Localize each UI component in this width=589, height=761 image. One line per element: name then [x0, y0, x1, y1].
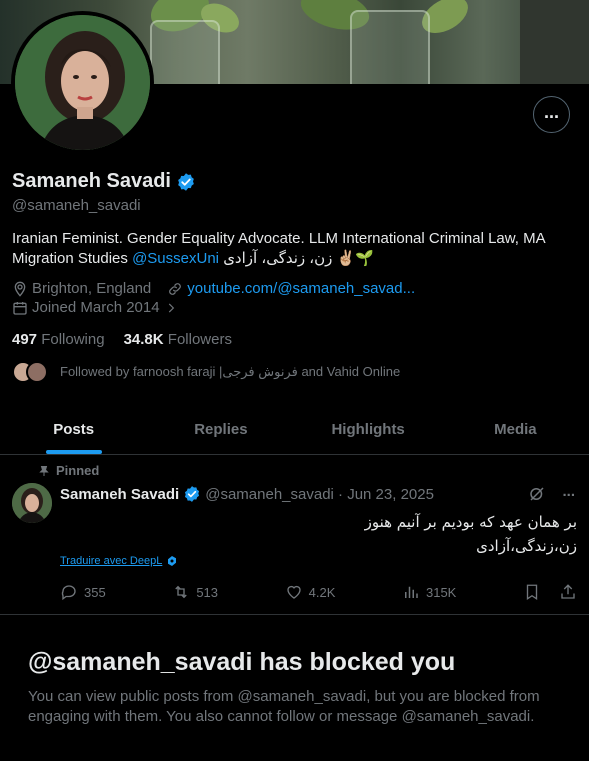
verified-badge-icon [185, 486, 200, 502]
avatar-photo [15, 15, 150, 150]
post-header: Samaneh Savadi @samaneh_savadi · Jun 23,… [60, 485, 434, 503]
pinned-label: Pinned [38, 463, 99, 478]
post-actions: 355 513 4.2K 315K [60, 583, 577, 601]
chevron-right-icon[interactable] [164, 301, 178, 315]
location-item: Brighton, England [12, 280, 151, 297]
followed-by-avatars [12, 361, 50, 383]
verified-badge-icon[interactable] [176, 172, 196, 192]
profile-avatar[interactable] [11, 11, 154, 154]
grok-icon[interactable] [528, 485, 546, 503]
post-extra-actions [523, 583, 577, 601]
bookmark-icon[interactable] [523, 583, 541, 601]
post-line-2: زن،زندگی،آزادی [476, 537, 577, 555]
joined-text: Joined March 2014 [32, 299, 160, 316]
repost-button[interactable]: 513 [172, 583, 218, 601]
post-top-icons: ... [528, 483, 575, 503]
profile-name-row: Samaneh Savadi [12, 170, 196, 193]
profile-meta-row-2: Joined March 2014 [12, 299, 178, 316]
tab-media[interactable]: Media [442, 405, 589, 454]
deepl-icon [168, 556, 177, 566]
views-button[interactable]: 315K [402, 583, 456, 601]
tab-posts[interactable]: Posts [0, 405, 147, 454]
link-icon [169, 282, 182, 295]
post-line-1: بر همان عهد که بودیم بر آنیم هنوز [364, 513, 577, 531]
website-link[interactable]: youtube.com/@samaneh_savad... [187, 280, 415, 297]
repost-icon [175, 585, 188, 599]
more-dots-icon: ... [543, 101, 559, 122]
pin-icon [39, 465, 49, 476]
tab-replies[interactable]: Replies [147, 405, 294, 454]
share-icon[interactable] [559, 583, 577, 601]
followed-by-text: Followed by farnoosh faraji |فرنوش فرجی … [60, 364, 401, 379]
followers-link[interactable]: 34.8K Followers [124, 331, 232, 348]
followed-by[interactable]: Followed by farnoosh faraji |فرنوش فرجی … [12, 361, 400, 383]
blocked-title: @samaneh_savadi has blocked you [28, 648, 456, 676]
calendar-icon [13, 301, 27, 315]
reply-button[interactable]: 355 [60, 583, 106, 601]
joined-item: Joined March 2014 [12, 299, 178, 316]
blocked-body: You can view public posts from @samaneh_… [28, 688, 540, 725]
like-button[interactable]: 4.2K [285, 583, 335, 601]
more-options-button[interactable]: ... [533, 96, 570, 133]
avatar-photo [12, 483, 52, 523]
profile-bio: Iranian Feminist. Gender Equality Advoca… [12, 229, 577, 269]
pinned-post[interactable]: Pinned Samaneh Savadi @samaneh_savadi · … [0, 455, 589, 615]
bio-tail: زن، زندگی، آزادی ✌🏼🌱 [223, 250, 374, 267]
website-item[interactable]: youtube.com/@samaneh_savad... [167, 280, 415, 297]
post-avatar[interactable] [12, 483, 52, 523]
translate-link[interactable]: Traduire avec DeepL [60, 555, 178, 567]
post-author[interactable]: Samaneh Savadi [60, 486, 179, 503]
follow-counts: 497 Following 34.8K Followers [12, 331, 232, 348]
profile-handle: @samaneh_savadi [12, 197, 141, 214]
post-handle-date[interactable]: @samaneh_savadi · Jun 23, 2025 [205, 486, 434, 503]
tab-highlights[interactable]: Highlights [295, 405, 442, 454]
post-more-icon[interactable]: ... [562, 483, 575, 500]
profile-meta-row-1: Brighton, England youtube.com/@samaneh_s… [12, 280, 415, 297]
reply-icon [61, 585, 76, 601]
profile-name: Samaneh Savadi [12, 170, 171, 192]
bio-mention-link[interactable]: @SussexUni [132, 250, 219, 267]
location-pin-icon [14, 281, 26, 297]
post-text: بر همان عهد که بودیم بر آنیم هنوز زن،زند… [365, 510, 577, 558]
profile-tabs: Posts Replies Highlights Media [0, 405, 589, 455]
avatar [26, 361, 48, 383]
views-icon [404, 586, 418, 598]
location-text: Brighton, England [32, 280, 152, 297]
heart-icon [286, 585, 301, 599]
following-link[interactable]: 497 Following [12, 331, 105, 348]
